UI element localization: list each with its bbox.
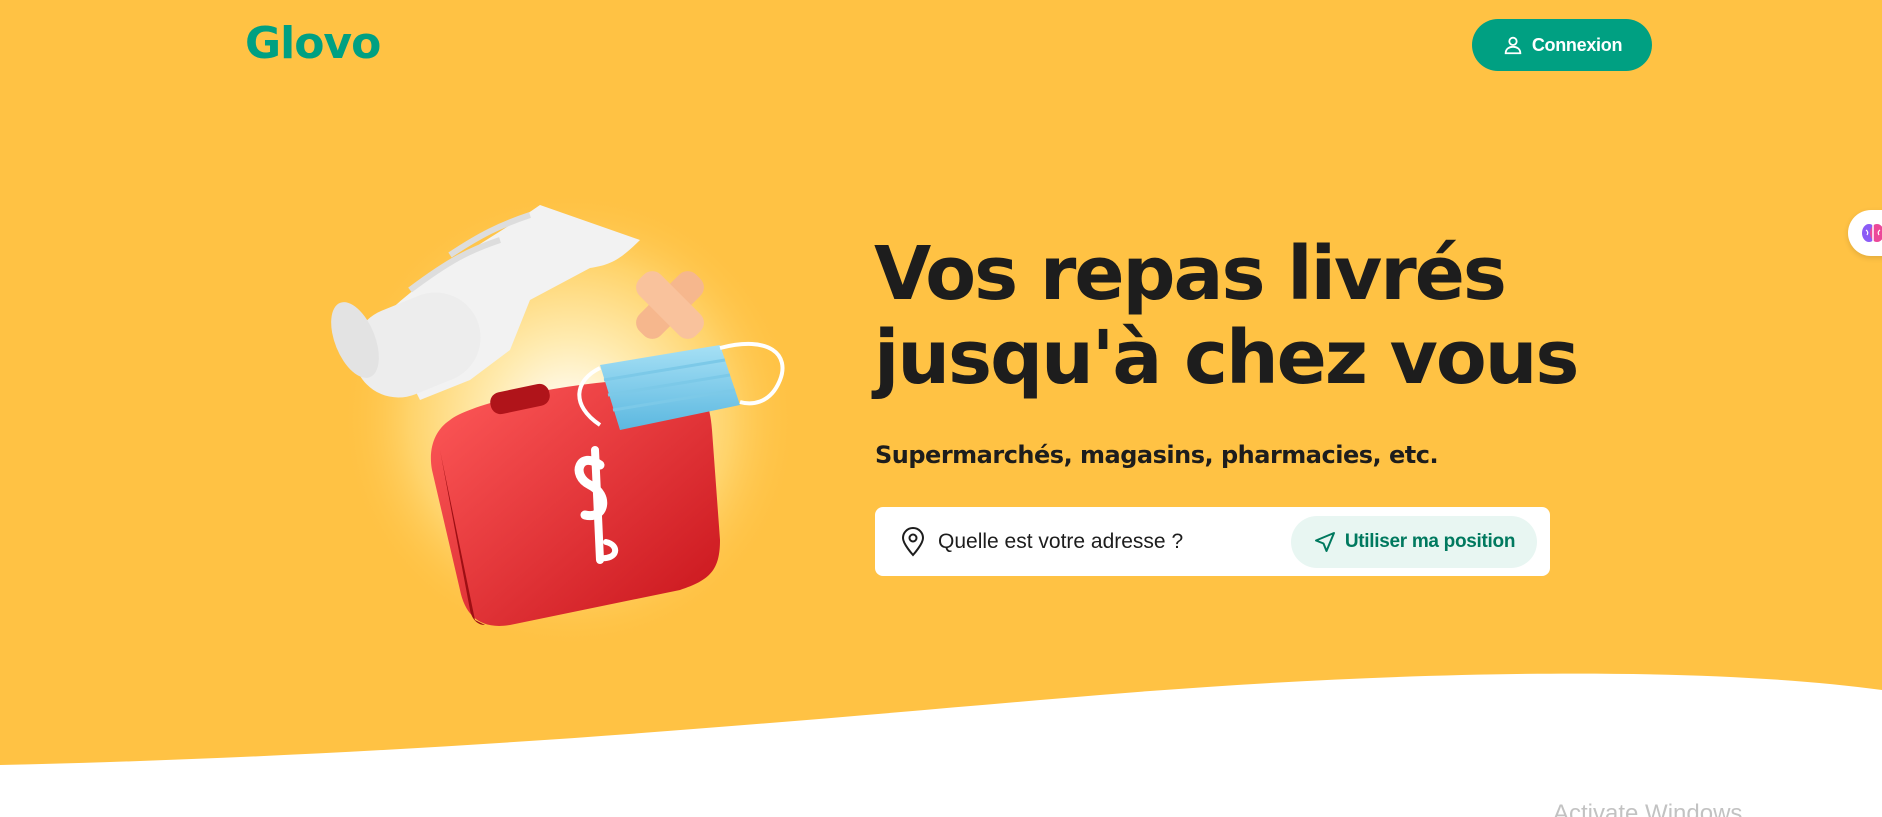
hero-subtitle: Supermarchés, magasins, pharmacies, etc. [875,441,1439,469]
windows-activation-watermark: Activate Windows [1553,800,1743,817]
login-button[interactable]: Connexion [1472,19,1652,71]
navigation-arrow-icon [1314,532,1335,552]
address-input[interactable] [938,521,1278,562]
address-search-bar: Utiliser ma position [875,507,1550,576]
wave-divider [0,673,1882,817]
pharmacy-kit-illustration [331,190,800,650]
location-pin-icon [900,526,926,557]
page: Glovo Connexion Vos repas livrés jusqu'à… [0,0,1882,817]
user-icon [1504,36,1522,55]
hero-headline: Vos repas livrés jusqu'à chez vous [874,231,1579,401]
use-my-position-label: Utiliser ma position [1344,531,1516,552]
login-label: Connexion [1531,34,1623,55]
use-my-position-button[interactable]: Utiliser ma position [1291,516,1537,568]
glovo-logo[interactable]: Glovo [245,18,381,69]
brain-icon [1862,224,1882,242]
